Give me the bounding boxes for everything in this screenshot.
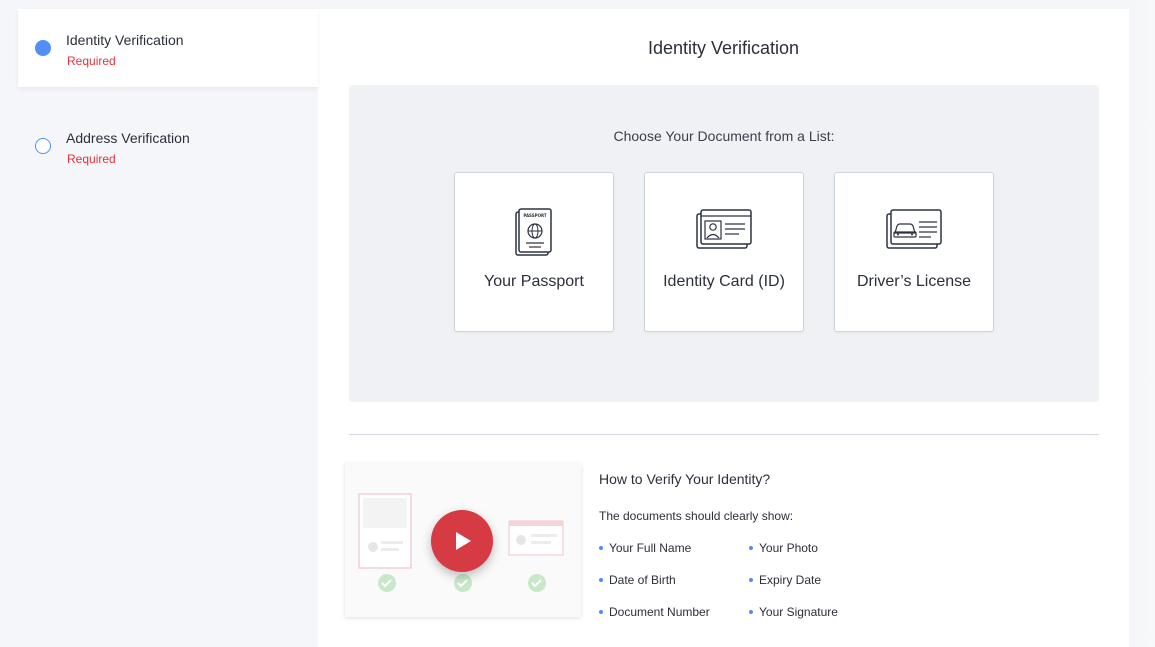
drivers-license-icon — [886, 209, 942, 249]
id-card-icon — [696, 209, 752, 249]
step-address-verification[interactable]: Address Verification Required — [18, 107, 318, 185]
requirement-item: Expiry Date — [749, 573, 821, 587]
howto-title: How to Verify Your Identity? — [599, 471, 771, 487]
steps-sidebar: Identity Verification Required Address V… — [18, 9, 318, 647]
id-card-label: Identity Card (ID) — [663, 273, 785, 290]
svg-text:PASSPORT: PASSPORT — [523, 213, 546, 218]
requirement-item: Document Number — [599, 605, 710, 619]
page-edge — [1129, 0, 1155, 647]
requirement-item: Your Full Name — [599, 541, 691, 555]
verification-page: Identity Verification Required Address V… — [18, 9, 1129, 647]
step-inactive-indicator-icon — [35, 138, 51, 154]
step-title: Identity Verification — [66, 32, 184, 48]
step-status: Required — [67, 54, 116, 68]
page-title: Identity Verification — [647, 38, 800, 58]
step-title: Address Verification — [66, 130, 190, 146]
passport-icon: PASSPORT — [515, 208, 552, 256]
step-active-indicator-icon — [35, 40, 51, 56]
passport-card[interactable]: PASSPORT Your Passport — [454, 172, 614, 332]
step-identity-verification[interactable]: Identity Verification Required — [18, 9, 318, 87]
play-button[interactable] — [431, 510, 493, 572]
section-divider — [349, 434, 1099, 435]
howto-subtitle: The documents should clearly show: — [599, 509, 794, 523]
document-selection-panel: Choose Your Document from a List: PASSPO… — [349, 85, 1099, 402]
drivers-license-card[interactable]: Driver’s License — [834, 172, 994, 332]
verification-video-thumbnail[interactable] — [345, 463, 581, 617]
requirement-item: Date of Birth — [599, 573, 676, 587]
id-card-card[interactable]: Identity Card (ID) — [644, 172, 804, 332]
main-content: Identity Verification Choose Your Docume… — [318, 9, 1129, 647]
play-icon — [456, 532, 471, 550]
requirement-item: Your Photo — [749, 541, 818, 555]
document-prompt: Choose Your Document from a List: — [613, 128, 835, 144]
requirement-item: Your Signature — [749, 605, 838, 619]
step-status: Required — [67, 152, 116, 166]
passport-label: Your Passport — [484, 273, 584, 290]
drivers-license-label: Driver’s License — [856, 273, 972, 290]
